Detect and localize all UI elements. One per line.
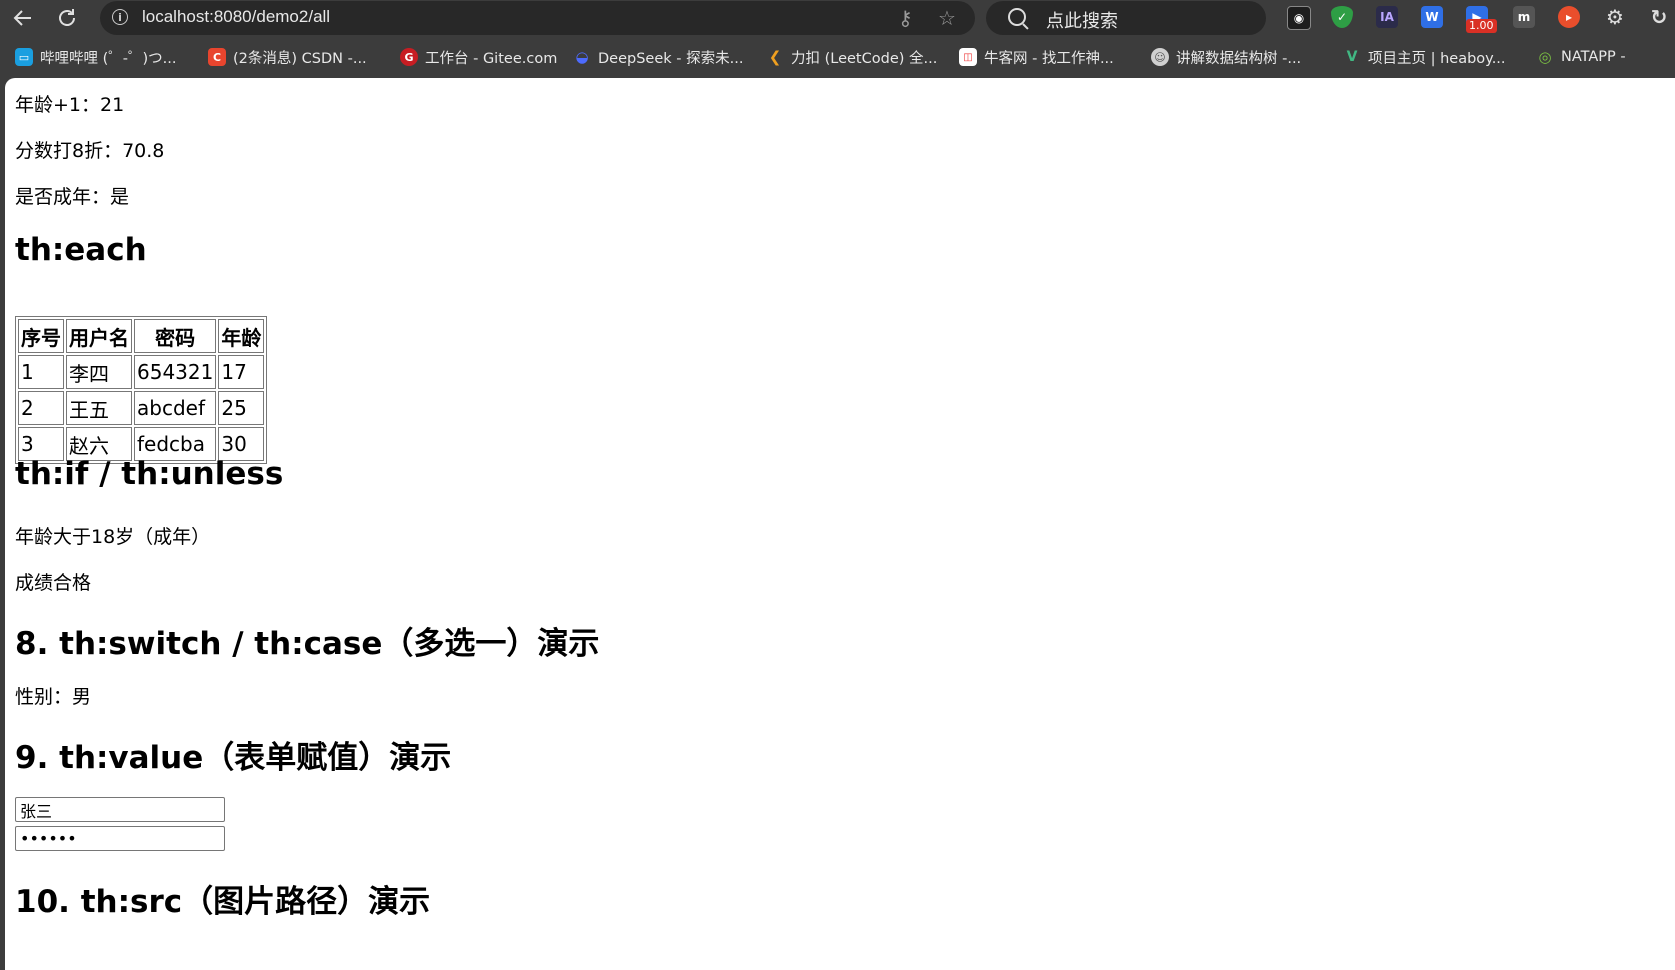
bookmark-heaboy[interactable]: V 项目主页 | heaboy... [1343,47,1506,67]
avatar-icon: ☺ [1151,48,1169,66]
vue-icon: V [1346,49,1358,65]
table-cell: abcdef [134,391,217,425]
age-plus-one-text: 年龄+1：21 [15,94,125,116]
value-heading: 9. th:value（表单赋值）演示 [15,740,452,776]
natapp-icon: ◎ [1538,48,1552,66]
extension-shield-icon[interactable]: ✓ [1331,6,1353,28]
bookmark-nowcoder[interactable]: ◫ 牛客网 - 找工作神... [959,47,1114,67]
address-bar[interactable]: i localhost:8080/demo2/all ⚷ ☆ [100,1,975,35]
if-result-text: 年龄大于18岁（成年） [15,526,211,548]
extension-glasses-icon[interactable]: ◉ [1287,6,1311,30]
extension-ia-icon[interactable]: IA [1376,6,1398,28]
search-placeholder[interactable]: 点此搜索 [1046,7,1118,33]
bookmark-star-icon[interactable]: ☆ [938,6,956,30]
page-viewport: 年龄+1：21 分数打8折：70.8 是否成年：是 th:each 序号 用户名… [5,78,1675,970]
extensions-puzzle-icon[interactable]: ⚙ [1604,5,1626,29]
bookmark-deepseek[interactable]: ◒ DeepSeek - 探索未... [573,47,743,67]
extension-translate-icon[interactable]: W [1421,6,1443,28]
leetcode-icon: ❮ [768,48,782,66]
bookmark-bilibili[interactable]: ▭ 哔哩哔哩 (゜-゜)つ... [15,47,176,67]
unless-result-text: 成绩合格 [15,572,92,594]
key-icon[interactable]: ⚷ [898,6,913,30]
src-heading: 10. th:src（图片路径）演示 [15,884,431,920]
search-icon [1008,8,1026,26]
browser-toolbar: i localhost:8080/demo2/all ⚷ ☆ 点此搜索 ◉ ✓ … [0,0,1675,36]
gitee-icon: G [400,48,418,66]
table-cell: 17 [218,355,265,389]
users-table: 序号 用户名 密码 年龄 1 李四 654321 17 2 王五 abcdef … [15,316,268,464]
bookmark-label: 力扣 (LeetCode) 全... [791,50,938,67]
csdn-icon: C [208,48,226,66]
bookmark-csdn[interactable]: C (2条消息) CSDN -... [208,47,367,67]
switch-heading: 8. th:switch / th:case（多选一）演示 [15,626,600,662]
extension-speed-badge: 1.00 [1466,19,1497,33]
password-input[interactable] [15,826,225,851]
table-row: 2 王五 abcdef 25 [18,391,265,425]
bookmark-label: 哔哩哔哩 (゜-゜)つ... [40,50,177,67]
table-cell: 25 [218,391,265,425]
bookmark-label: 牛客网 - 找工作神... [984,50,1114,67]
bookmark-gitee[interactable]: G 工作台 - Gitee.com [400,47,557,67]
table-row: 1 李四 654321 17 [18,355,265,389]
bookmark-label: 项目主页 | heaboy... [1368,50,1506,67]
table-cell: 2 [18,391,64,425]
bookmark-label: (2条消息) CSDN -... [233,50,367,67]
table-header-row: 序号 用户名 密码 年龄 [18,319,265,353]
is-adult-text: 是否成年：是 [15,186,130,208]
bookmark-label: 讲解数据结构树 -... [1176,50,1302,67]
back-arrow-icon[interactable] [8,3,38,33]
col-header-age: 年龄 [218,319,265,353]
if-heading: th:if / th:unless [15,456,284,492]
reload-icon[interactable] [52,3,82,33]
bookmark-tree[interactable]: ☺ 讲解数据结构树 -... [1151,47,1301,67]
extension-m-icon[interactable]: m [1513,6,1535,28]
bookmarks-bar: ▭ 哔哩哔哩 (゜-゜)つ... C (2条消息) CSDN -... G 工作… [0,36,1675,78]
history-icon[interactable]: ↻ [1648,5,1670,29]
bookmark-natapp[interactable]: ◎ NATAPP - [1536,47,1626,67]
bookmark-leetcode[interactable]: ❮ 力扣 (LeetCode) 全... [766,47,938,67]
col-header-index: 序号 [18,319,64,353]
site-info-icon[interactable]: i [112,9,128,25]
bookmark-label: NATAPP - [1561,49,1626,65]
extension-record-icon[interactable]: ▸ [1558,6,1580,28]
username-input[interactable] [15,797,225,822]
bilibili-icon: ▭ [15,48,33,66]
deepseek-icon: ◒ [575,48,589,66]
table-cell: 654321 [134,355,217,389]
table-cell: 王五 [66,391,132,425]
col-header-password: 密码 [134,319,217,353]
address-url[interactable]: localhost:8080/demo2/all [142,7,330,27]
search-box[interactable]: 点此搜索 [986,1,1266,35]
each-heading: th:each [15,232,147,268]
bookmark-label: 工作台 - Gitee.com [425,50,558,67]
table-cell: 李四 [66,355,132,389]
table-cell: 1 [18,355,64,389]
score-discount-text: 分数打8折：70.8 [15,140,165,162]
bookmark-label: DeepSeek - 探索未... [598,50,744,67]
nowcoder-icon: ◫ [959,48,977,66]
gender-text: 性别：男 [15,686,92,708]
col-header-username: 用户名 [66,319,132,353]
